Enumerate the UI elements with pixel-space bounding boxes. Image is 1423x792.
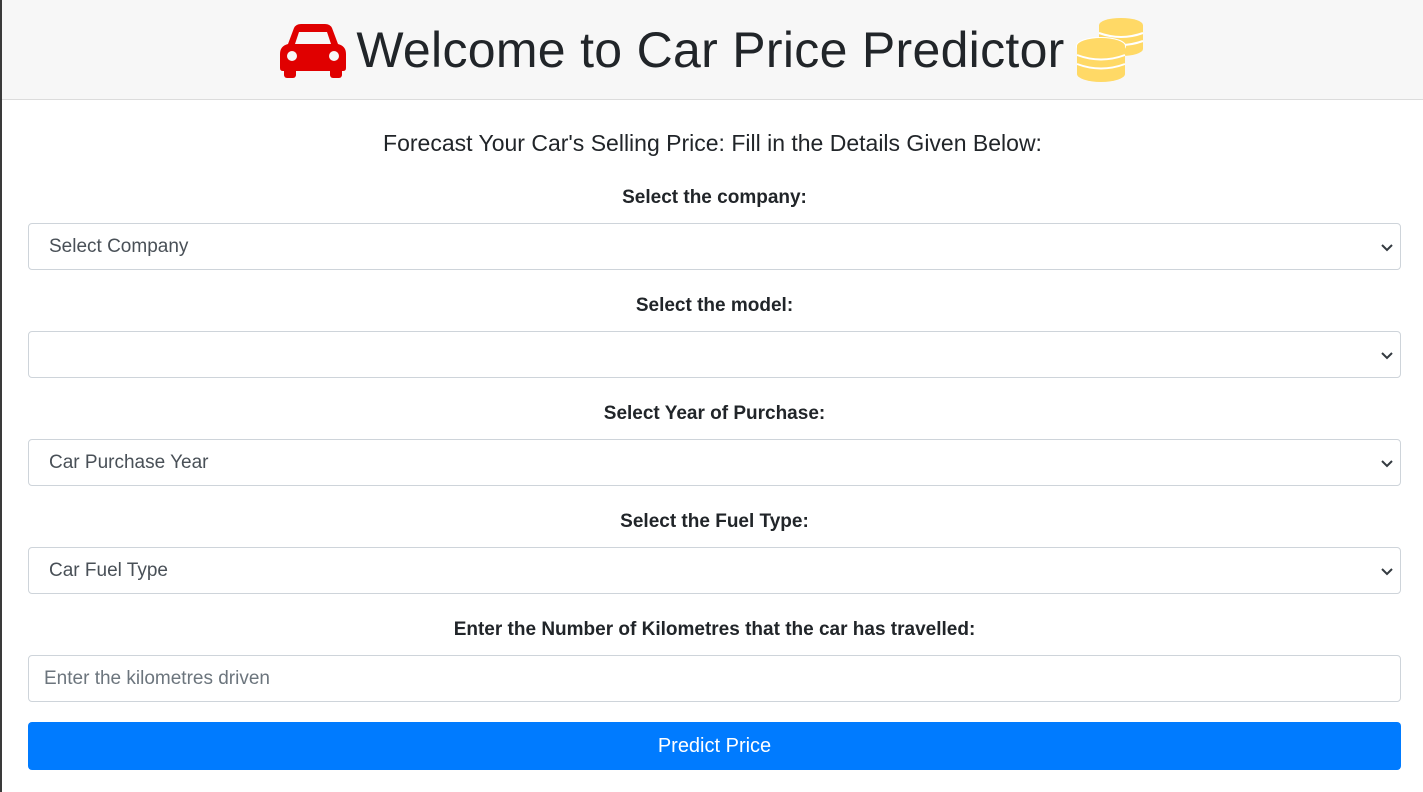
year-label: Select Year of Purchase: [603, 403, 826, 424]
page: Welcome to Car Price Predictor Forecast … [0, 0, 1423, 792]
model-label: Select the model: [635, 295, 794, 316]
page-header: Welcome to Car Price Predictor [2, 0, 1423, 100]
fuel-label: Select the Fuel Type: [620, 511, 809, 532]
car-icon [280, 22, 347, 78]
kms-label: Enter the Number of Kilometres that the … [453, 619, 976, 640]
company-select[interactable]: Select Company [28, 223, 1401, 270]
model-select[interactable] [28, 331, 1401, 378]
company-select-value: Select Company [49, 235, 189, 257]
page-title: Welcome to Car Price Predictor [280, 16, 1144, 84]
chevron-down-icon [1381, 459, 1393, 467]
coins-icon [1075, 16, 1145, 84]
fuel-select-value: Car Fuel Type [49, 559, 168, 581]
form-subtitle: Forecast Your Car's Selling Price: Fill … [383, 130, 1042, 156]
predict-price-button[interactable]: Predict Price [28, 722, 1401, 770]
year-select[interactable]: Car Purchase Year [28, 439, 1401, 486]
kms-input[interactable]: Enter the kilometres driven [28, 655, 1401, 702]
kms-input-placeholder: Enter the kilometres driven [44, 667, 270, 689]
year-select-value: Car Purchase Year [49, 451, 209, 473]
page-title-text: Welcome to Car Price Predictor [356, 21, 1065, 78]
chevron-down-icon [1381, 567, 1393, 575]
car-details-form: Select the company: Select Company Selec… [2, 186, 1423, 770]
chevron-down-icon [1381, 243, 1393, 251]
chevron-down-icon [1381, 351, 1393, 359]
fuel-select[interactable]: Car Fuel Type [28, 547, 1401, 594]
company-label: Select the company: [622, 187, 807, 208]
